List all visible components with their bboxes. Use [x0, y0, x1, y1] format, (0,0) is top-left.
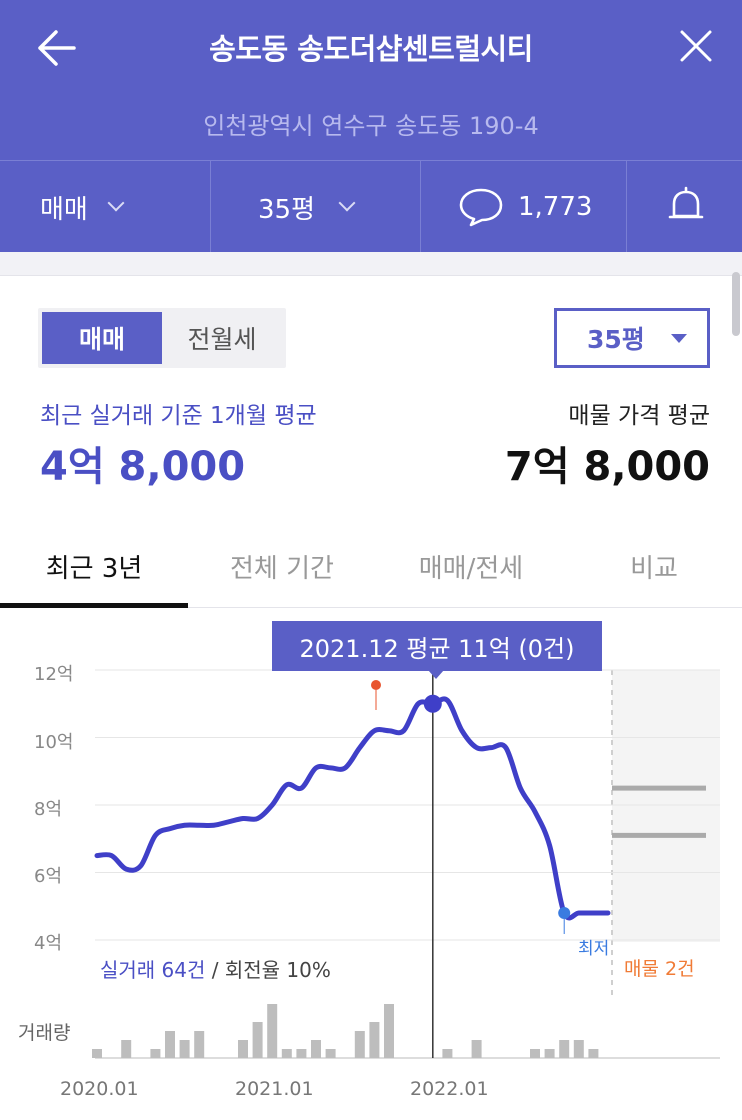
lowest-point — [558, 907, 571, 919]
listing-region — [612, 670, 720, 942]
volume-bar — [471, 1040, 482, 1058]
volume-bar — [354, 1031, 365, 1058]
volume-bar — [311, 1040, 321, 1058]
y-tick-label: 8억 — [34, 799, 63, 820]
volume-bar — [573, 1040, 584, 1058]
deal-count-text: 실거래 64건 / 회전율 10% — [100, 954, 331, 983]
price-chart[interactable] — [0, 0, 742, 1120]
selected-point — [423, 694, 442, 713]
volume-bar — [92, 1049, 102, 1058]
listing-count: 매물 2건 — [624, 958, 695, 980]
tooltip-pointer — [428, 670, 444, 679]
y-tick-label: 4억 — [34, 933, 63, 954]
volume-bar — [238, 1040, 248, 1058]
x-tick-label: 2021.01 — [235, 1078, 314, 1100]
volume-bar — [442, 1049, 453, 1058]
price-line — [94, 696, 611, 921]
volume-bar — [530, 1049, 540, 1058]
volume-bar — [281, 1049, 292, 1058]
volume-bar — [559, 1040, 570, 1058]
y-tick-label: 10억 — [34, 732, 74, 753]
volume-bar — [267, 1004, 278, 1058]
volume-bar — [252, 1022, 263, 1058]
y-tick-label: 12억 — [34, 664, 74, 685]
volume-bar — [296, 1049, 307, 1058]
high-point — [371, 680, 381, 690]
y-tick-label: 6억 — [34, 866, 63, 887]
turnover-rate: / 회전율 10% — [205, 958, 331, 982]
volume-bar — [179, 1040, 190, 1058]
deal-count: 실거래 64건 — [100, 958, 206, 982]
volume-bar — [165, 1031, 175, 1058]
volume-label: 거래량 — [18, 1022, 71, 1044]
lowest-label: 최저 — [578, 939, 610, 959]
x-tick-label: 2020.01 — [60, 1078, 139, 1100]
volume-bar — [150, 1049, 161, 1058]
volume-bar — [588, 1049, 599, 1058]
chart-tooltip: 2021.12 평균 11억 (0건) — [272, 621, 602, 671]
volume-bar — [384, 1004, 394, 1058]
x-tick-label: 2022.01 — [410, 1078, 489, 1100]
volume-bar — [121, 1040, 132, 1058]
volume-bar — [369, 1022, 380, 1058]
volume-bar — [544, 1049, 555, 1058]
volume-bar — [194, 1031, 205, 1058]
volume-bar — [325, 1049, 336, 1058]
